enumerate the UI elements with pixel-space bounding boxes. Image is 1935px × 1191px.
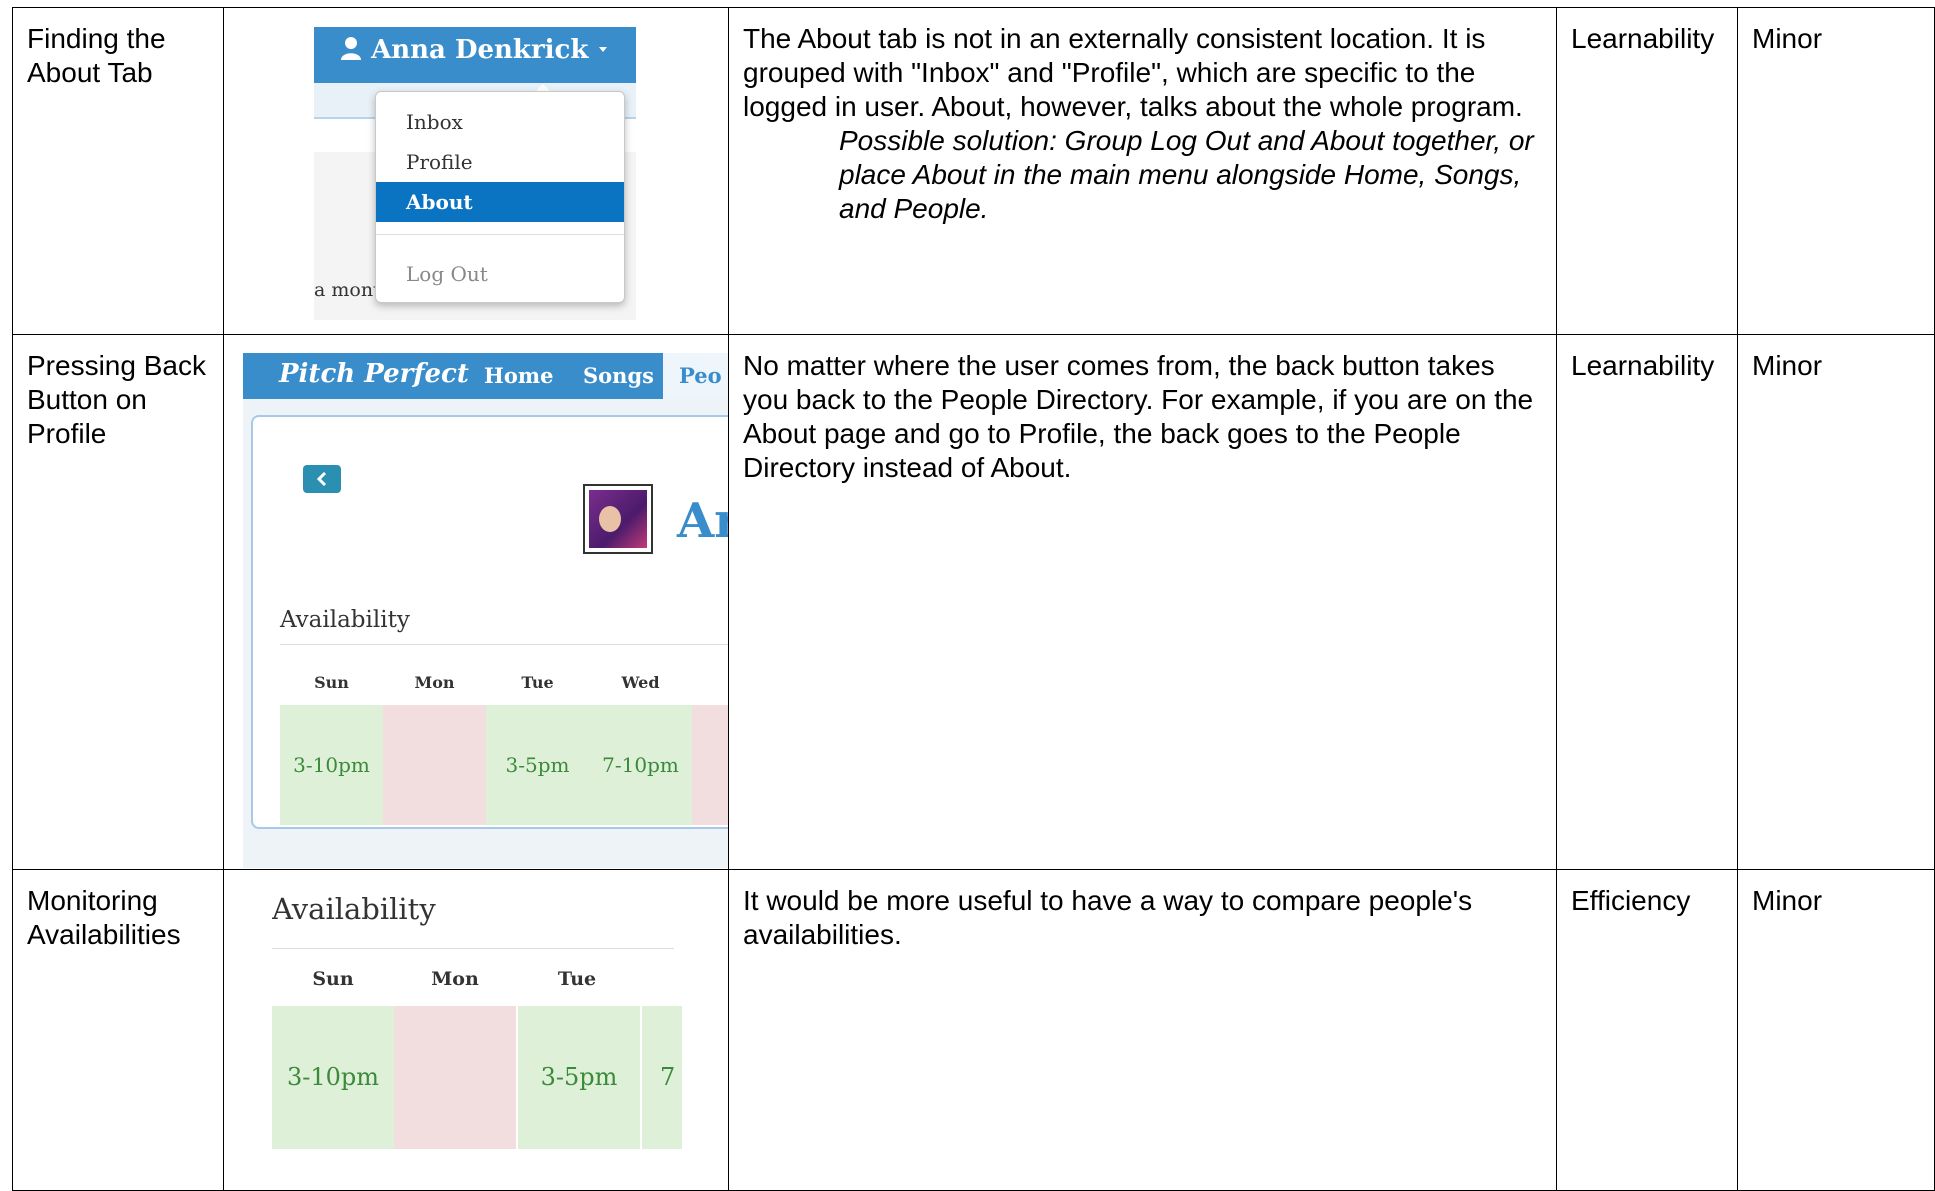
table-row: Finding the About Tab Anna Denkrick a mo… (12, 7, 1935, 335)
availability-slot: 3-5pm (518, 1006, 640, 1149)
severity: Minor (1752, 885, 1823, 916)
availability-slot: 3-5pm (486, 705, 589, 825)
heuristic-evaluation-table: Finding the About Tab Anna Denkrick a mo… (12, 7, 1935, 1191)
user-icon (341, 37, 361, 60)
issue-description: The About tab is not in an externally co… (743, 23, 1523, 122)
issue-cell: Pressing Back Button on Profile (12, 334, 224, 870)
issue-description: It would be more useful to have a way to… (743, 885, 1473, 950)
menu-item-profile[interactable]: Profile (376, 142, 624, 182)
issue-description: No matter where the user comes from, the… (743, 350, 1534, 483)
severity: Minor (1752, 350, 1823, 381)
nav-songs[interactable]: Songs (583, 363, 654, 388)
category: Learnability (1571, 350, 1715, 381)
screenshot-cell: Pitch Perfect Home Songs Peo Ar Availabi… (223, 334, 729, 870)
description-cell: No matter where the user comes from, the… (728, 334, 1557, 870)
description-cell: It would be more useful to have a way to… (728, 869, 1557, 1191)
category-cell: Learnability (1556, 7, 1738, 335)
table-row: Pressing Back Button on Profile Pitch Pe… (12, 334, 1935, 870)
issue-name: Finding the About Tab (27, 23, 166, 88)
availability-title: Availability (280, 607, 410, 633)
description-cell: The About tab is not in an externally co… (728, 7, 1557, 335)
user-name: Anna Denkrick (371, 35, 589, 65)
nav-home[interactable]: Home (484, 363, 553, 388)
menu-item-inbox[interactable]: Inbox (376, 102, 624, 142)
severity: Minor (1752, 23, 1823, 54)
severity-cell: Minor (1737, 869, 1935, 1191)
severity-cell: Minor (1737, 7, 1935, 335)
severity-cell: Minor (1737, 334, 1935, 870)
user-menu-toggle[interactable]: Anna Denkrick (340, 35, 609, 65)
menu-item-about[interactable]: About (376, 182, 624, 222)
back-button[interactable] (303, 465, 341, 493)
screenshot-cell: Availability Sun Mon Tue 3-10pm 3-5pm 7 (223, 869, 729, 1191)
table-row: Monitoring Availabilities Availability S… (12, 869, 1935, 1191)
avatar (583, 484, 653, 554)
issue-name: Pressing Back Button on Profile (27, 350, 206, 449)
possible-solution: Possible solution: Group Log Out and Abo… (839, 125, 1534, 224)
day-header: Wed (621, 673, 660, 692)
day-header: Sun (312, 968, 354, 990)
category-cell: Efficiency (1556, 869, 1738, 1191)
availability-slot: 3-10pm (280, 705, 383, 825)
navbar: Pitch Perfect Home Songs Peo (243, 353, 728, 399)
day-header: Tue (521, 673, 554, 692)
profile-name-peek: Ar (677, 493, 728, 549)
menu-item-log-out[interactable]: Log Out (376, 254, 624, 294)
day-header: Mon (414, 673, 455, 692)
availability-slot: 3-10pm (272, 1006, 394, 1149)
menu-divider (376, 234, 624, 235)
about-menu-screenshot: Anna Denkrick a month! Don't forget that… (225, 9, 728, 334)
availability-screenshot: Availability Sun Mon Tue 3-10pm 3-5pm 7 (225, 871, 728, 1190)
category: Learnability (1571, 23, 1715, 54)
day-header: Mon (431, 968, 479, 990)
availability-slot (383, 705, 486, 825)
screenshot-cell: Anna Denkrick a month! Don't forget that… (223, 7, 729, 335)
issue-cell: Finding the About Tab (12, 7, 224, 335)
availability-slot (692, 705, 728, 825)
availability-title: Availability (272, 892, 436, 926)
issue-name: Monitoring Availabilities (27, 885, 181, 950)
user-dropdown-menu: Inbox Profile About Log Out (375, 91, 625, 303)
availability-slot: 7 (642, 1006, 682, 1149)
divider (280, 644, 728, 645)
divider (272, 948, 674, 949)
category-cell: Learnability (1556, 334, 1738, 870)
category: Efficiency (1571, 885, 1691, 916)
chevron-left-icon (316, 471, 327, 487)
caret-down-icon (599, 47, 608, 52)
navbar: Anna Denkrick (314, 27, 636, 83)
day-header: Tue (557, 968, 597, 990)
availability-slot: 7-10pm (589, 705, 692, 825)
profile-screenshot: Pitch Perfect Home Songs Peo Ar Availabi… (225, 336, 728, 869)
nav-people[interactable]: Peo (663, 353, 728, 399)
brand-logo[interactable]: Pitch Perfect (279, 359, 469, 389)
issue-cell: Monitoring Availabilities (12, 869, 224, 1191)
day-header: Sun (314, 673, 349, 692)
availability-slot (394, 1006, 516, 1149)
